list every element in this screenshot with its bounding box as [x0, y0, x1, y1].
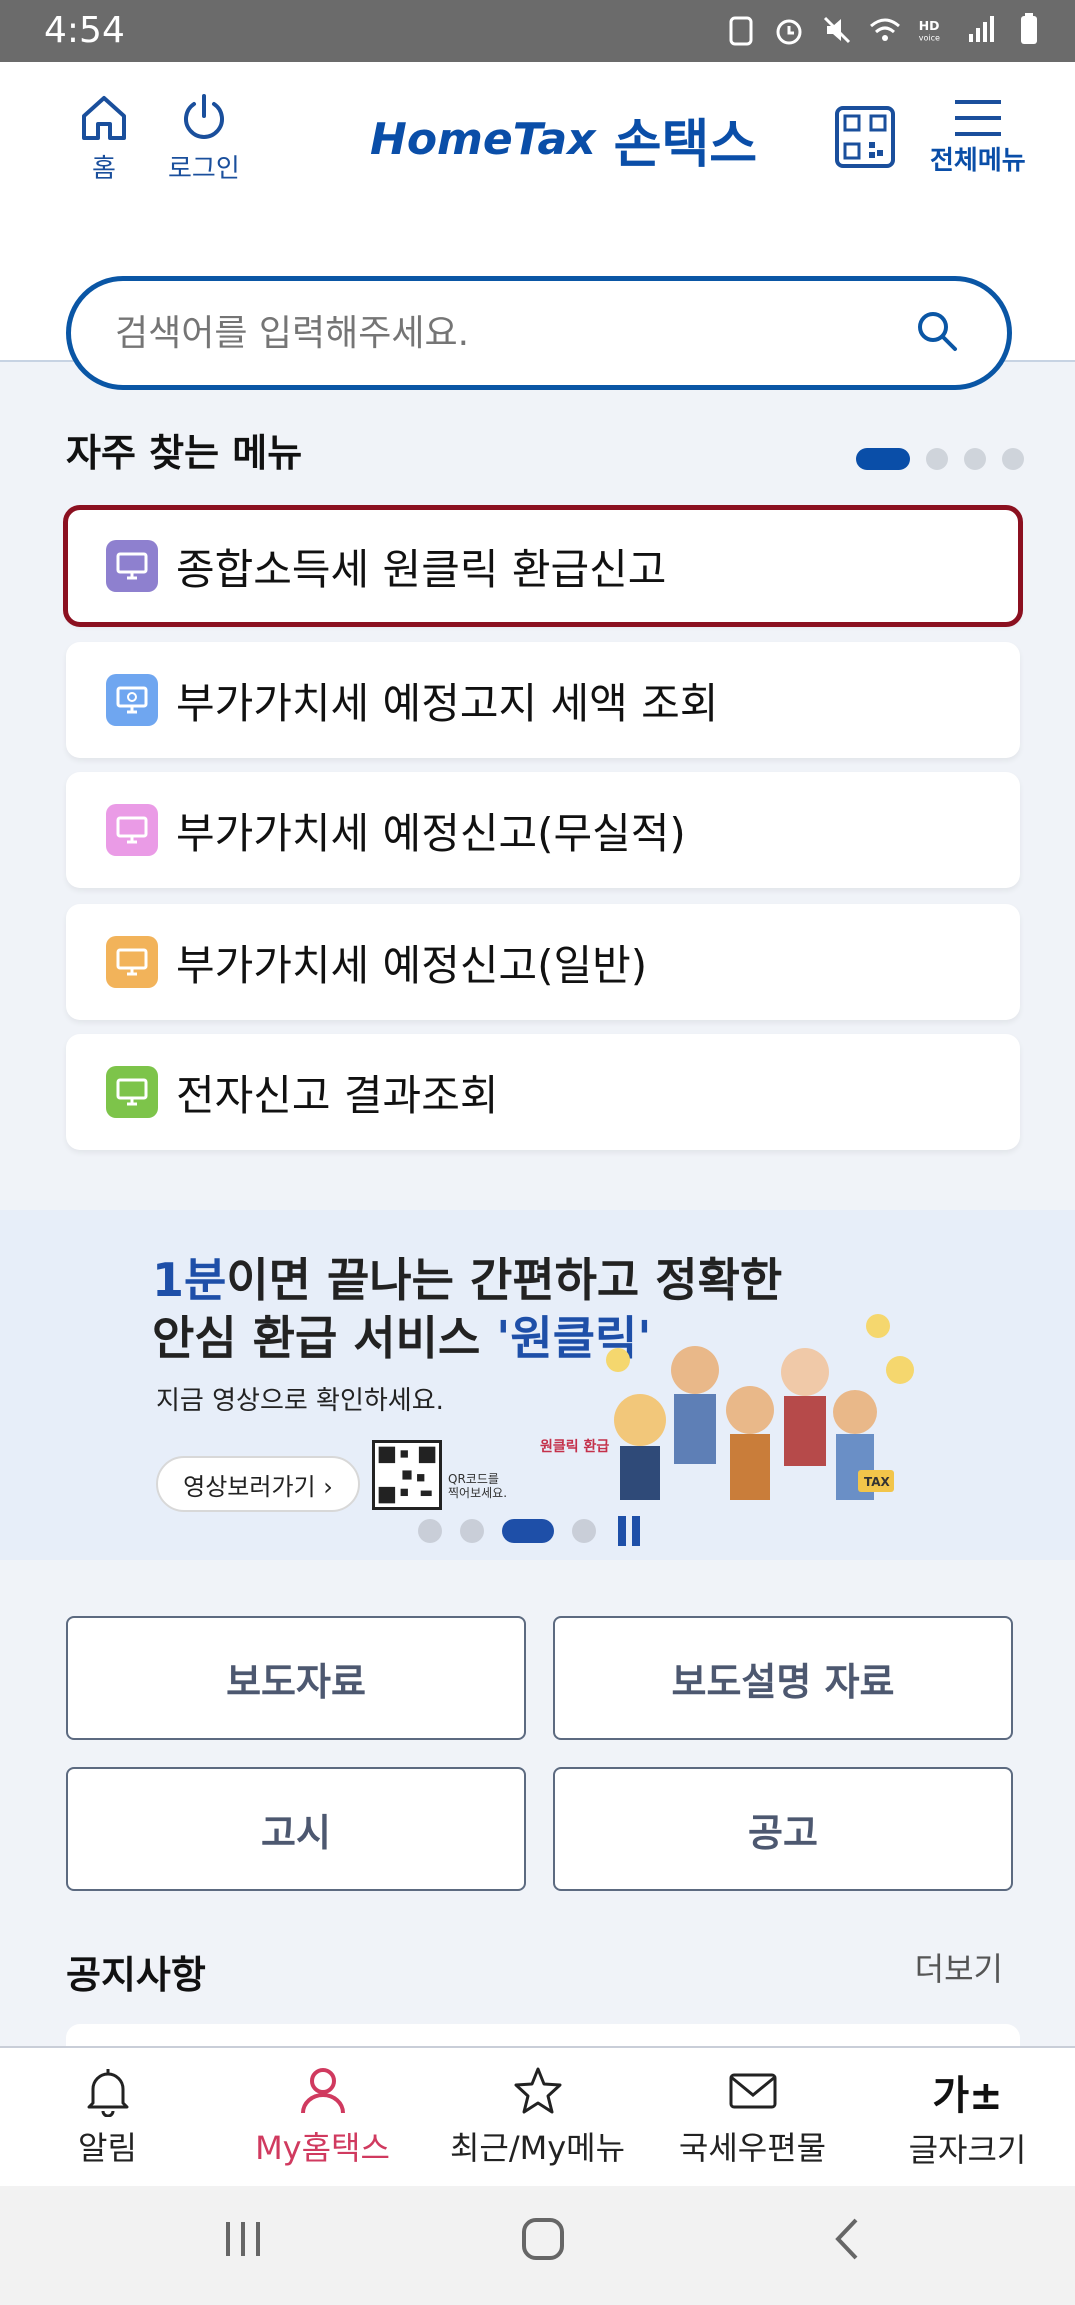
- nav-font-size-label: 글자크기: [908, 2131, 1027, 2169]
- announcement-gosi-button[interactable]: 고시: [66, 1767, 526, 1891]
- hometax-logo[interactable]: HomeTax 손택스: [370, 102, 757, 177]
- battery-icon: [1021, 13, 1037, 44]
- frequent-menu-item[interactable]: 전자신고 결과조회: [66, 1034, 1020, 1150]
- star-icon: [514, 2067, 561, 2114]
- qr-scan-button[interactable]: [835, 106, 895, 168]
- mute-icon: [823, 16, 851, 44]
- frequent-menu-label: 전자신고 결과조회: [176, 1070, 499, 1120]
- app-header: 홈 로그인 HomeTax 손택스 전체메뉴: [0, 62, 1075, 390]
- banner-dot-2[interactable]: [460, 1519, 484, 1543]
- svg-text:TAX: TAX: [864, 1475, 891, 1489]
- banner-text-2: 안심 환급 서비스: [152, 1311, 497, 1365]
- nav-mail-label: 국세우편물: [678, 2129, 827, 2167]
- all-menu-label: 전체메뉴: [930, 146, 1026, 176]
- hd-voice-icon: HDvoice: [919, 18, 940, 43]
- notices-more-link[interactable]: 더보기: [915, 1944, 1003, 1990]
- home-button[interactable]: 홈: [78, 92, 130, 185]
- recent-apps-icon[interactable]: [220, 2216, 266, 2262]
- qr-code-icon: [843, 114, 887, 160]
- bell-icon: [87, 2069, 128, 2117]
- pager-dot-2[interactable]: [926, 448, 948, 470]
- qr-code-image: [372, 1440, 442, 1510]
- pager-dot-3[interactable]: [964, 448, 986, 470]
- nav-alarm-label: 알림: [78, 2129, 137, 2167]
- frequent-menu-item[interactable]: 부가가치세 예정고지 세액 조회: [66, 642, 1020, 758]
- svg-text:HD: HD: [919, 18, 940, 33]
- bottom-navigation: 알림 My홈택스 최근/My메뉴 국세우편물 가± 글자크기: [0, 2046, 1075, 2186]
- promo-banner[interactable]: 1분이면 끝나는 간편하고 정확한 안심 환급 서비스 '원클릭' 지금 영상으…: [0, 1210, 1075, 1560]
- monitor-search-icon: [106, 674, 158, 726]
- logo-korean: 손택스: [613, 115, 758, 175]
- monitor-icon: [106, 1066, 158, 1118]
- qr-caption-1: QR코드를: [448, 1472, 499, 1486]
- qr-caption: QR코드를 찍어보세요.: [448, 1472, 507, 1500]
- font-size-icon: 가±: [932, 2073, 1003, 2119]
- wifi-icon: [870, 18, 900, 41]
- signal-icon: [969, 16, 994, 42]
- status-time: 4:54: [44, 10, 125, 51]
- notices-title: 공지사항: [66, 1953, 206, 1997]
- home-icon: [82, 96, 126, 140]
- banner-highlight-1: 1분: [152, 1253, 227, 1307]
- pager-dot-1[interactable]: [856, 448, 910, 470]
- frequent-menu-title: 자주 찾는 메뉴: [66, 431, 303, 475]
- login-label: 로그인: [168, 154, 240, 184]
- hamburger-icon: [954, 100, 1001, 136]
- back-icon[interactable]: [826, 2216, 872, 2262]
- watch-video-button[interactable]: 영상보러가기 ›: [156, 1456, 360, 1512]
- status-icons: HD voice: [725, 12, 1045, 48]
- press-release-button[interactable]: 보도자료: [66, 1616, 526, 1740]
- banner-pager[interactable]: [418, 1516, 644, 1546]
- nav-recent-menu[interactable]: 최근/My메뉴: [430, 2048, 645, 2186]
- home-circle-icon[interactable]: [520, 2216, 566, 2262]
- banner-dot-4[interactable]: [572, 1519, 596, 1543]
- svg-text:voice: voice: [919, 34, 940, 43]
- banner-dot-3[interactable]: [502, 1519, 554, 1543]
- announcement-gonggo-button[interactable]: 공고: [553, 1767, 1013, 1891]
- nav-recent-label: 최근/My메뉴: [449, 2129, 626, 2167]
- search-input[interactable]: [115, 305, 895, 361]
- nav-tax-mail[interactable]: 국세우편물: [645, 2048, 860, 2186]
- banner-badge: 원클릭 환급: [540, 1439, 610, 1455]
- monitor-icon: [106, 936, 158, 988]
- search-icon[interactable]: [915, 309, 959, 353]
- frequent-menu-item[interactable]: 부가가치세 예정신고(무실적): [66, 772, 1020, 888]
- all-menu-button[interactable]: 전체메뉴: [930, 96, 1026, 177]
- frequent-pager[interactable]: [856, 448, 1024, 470]
- person-icon: [300, 2068, 345, 2114]
- banner-subtext: 지금 영상으로 확인하세요.: [156, 1386, 444, 1416]
- banner-headline-2: 안심 환급 서비스 '원클릭': [152, 1302, 651, 1368]
- pager-dot-4[interactable]: [1002, 448, 1024, 470]
- banner-dot-1[interactable]: [418, 1519, 442, 1543]
- nav-my-hometax-label: My홈택스: [255, 2129, 390, 2167]
- frequent-menu-item[interactable]: 부가가치세 예정신고(일반): [66, 904, 1020, 1020]
- power-icon: [183, 94, 224, 139]
- qr-caption-2: 찍어보세요.: [448, 1486, 508, 1500]
- frequent-menu-label: 부가가치세 예정고지 세액 조회: [176, 678, 719, 728]
- login-button[interactable]: 로그인: [168, 92, 240, 185]
- monitor-icon: [106, 540, 158, 592]
- logo-brand: HomeTax: [370, 114, 596, 165]
- search-bar[interactable]: [66, 276, 1012, 390]
- nav-my-hometax[interactable]: My홈택스: [215, 2048, 430, 2186]
- press-explanation-button[interactable]: 보도설명 자료: [553, 1616, 1013, 1740]
- battery-saver-icon: [729, 16, 753, 46]
- monitor-icon: [106, 804, 158, 856]
- frequent-menu-label: 부가가치세 예정신고(일반): [176, 940, 648, 990]
- frequent-menu-label: 부가가치세 예정신고(무실적): [176, 808, 686, 858]
- taxpayers-illustration: TAX: [606, 1314, 914, 1500]
- pause-icon[interactable]: [614, 1516, 644, 1546]
- alarm-icon: [776, 19, 802, 45]
- nav-alarm[interactable]: 알림: [0, 2048, 215, 2186]
- nav-font-size[interactable]: 가± 글자크기: [860, 2048, 1075, 2186]
- frequent-menu-item[interactable]: 종합소득세 원클릭 환급신고: [63, 505, 1023, 627]
- home-label: 홈: [92, 154, 116, 184]
- mail-icon: [729, 2073, 776, 2109]
- banner-text-1: 이면 끝나는 간편하고 정확한: [226, 1253, 783, 1307]
- system-navigation-bar: [0, 2186, 1075, 2305]
- status-bar: 4:54 HD voice: [0, 0, 1075, 62]
- frequent-menu-label: 종합소득세 원클릭 환급신고: [176, 544, 667, 594]
